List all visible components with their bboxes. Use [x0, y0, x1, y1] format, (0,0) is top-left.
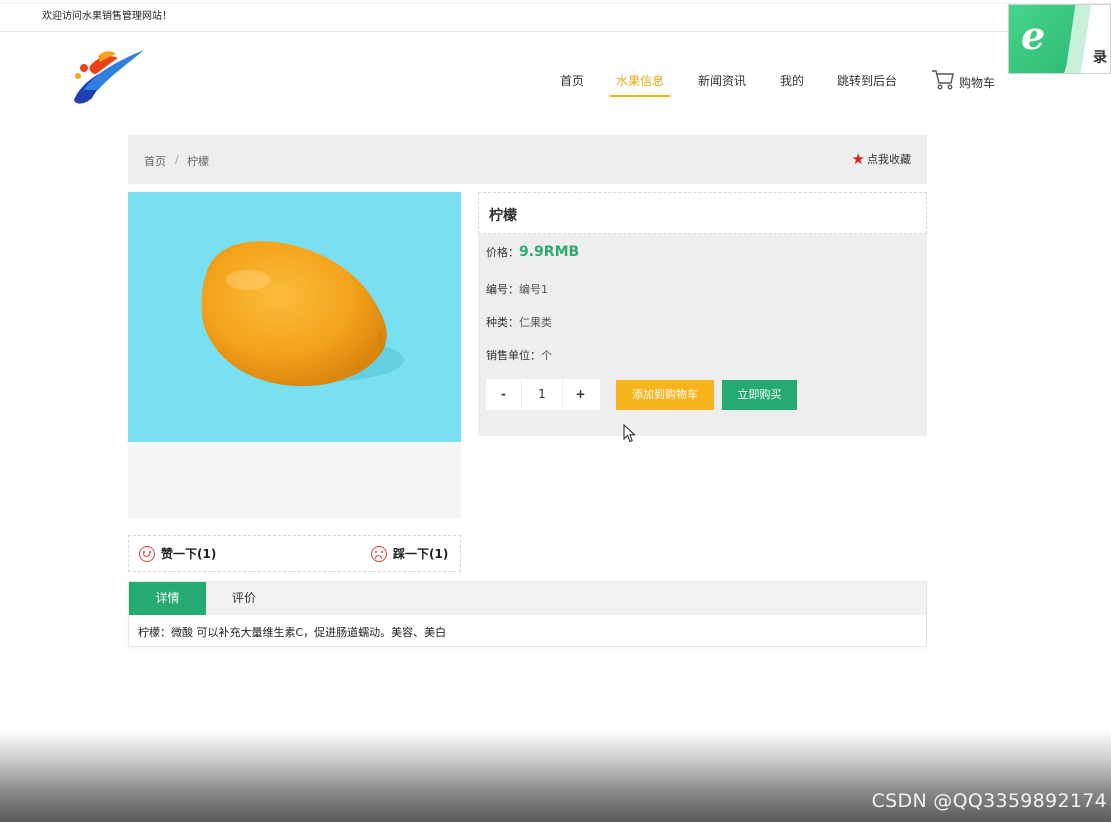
product-tabs: 详情 评价 柠檬：微酸 可以补充大量维生素C，促进肠道蠕动。美容、美白: [128, 581, 927, 647]
star-icon: ★: [851, 150, 865, 168]
quantity-stepper: - 1 +: [486, 379, 600, 410]
like-button[interactable]: 赞一下(1): [139, 545, 216, 562]
ie-browser-icon: e: [1021, 13, 1046, 58]
product-image-box: [128, 192, 461, 518]
buy-now-button[interactable]: 立即购买: [722, 380, 797, 410]
quantity-minus-button[interactable]: -: [486, 379, 521, 410]
ie-badge-text: 录: [1093, 50, 1107, 66]
nav-news-label: 新闻资讯: [698, 74, 747, 88]
smile-icon: [139, 545, 155, 562]
product-title: 柠檬: [489, 208, 517, 224]
nav-cart[interactable]: 购物车: [931, 68, 995, 92]
unit-value: 个: [541, 349, 552, 362]
cart-icon: [932, 70, 954, 90]
tabs-header: 详情 评价: [129, 582, 926, 615]
nav-home[interactable]: 首页: [560, 72, 584, 96]
lemon-photo: [128, 192, 461, 442]
product-title-box: 柠檬: [478, 192, 927, 234]
unit-row: 销售单位：个: [486, 347, 552, 363]
nav-admin[interactable]: 跳转到后台: [837, 72, 897, 96]
code-row: 编号：编号1: [486, 281, 548, 297]
detail-text: 柠檬：微酸 可以补充大量维生素C，促进肠道蠕动。美容、美白: [138, 626, 447, 639]
watermark: CSDN @QQ3359892174: [871, 790, 1107, 812]
nav-mine-label: 我的: [780, 74, 805, 88]
category-value: 仁果类: [519, 316, 552, 329]
vote-box: 赞一下(1) 踩一下(1): [128, 535, 461, 572]
like-label: 赞一下(1): [161, 547, 217, 561]
top-bar: 欢迎访问水果销售管理网站！: [0, 0, 1111, 32]
nav-home-label: 首页: [560, 74, 585, 88]
price-value: 9.9RMB: [519, 244, 580, 260]
breadcrumb: 首页 / 柠檬 ★ 点我收藏: [128, 135, 927, 184]
breadcrumb-home[interactable]: 首页: [144, 153, 166, 169]
price-label: 价格：: [486, 246, 519, 259]
dislike-label: 踩一下(1): [393, 547, 449, 561]
code-value: 编号1: [519, 283, 548, 296]
favorite-label: 点我收藏: [867, 153, 911, 166]
nav-fruit-info-label: 水果信息: [616, 74, 665, 88]
dislike-button[interactable]: 踩一下(1): [371, 545, 448, 562]
top-divider: [0, 3, 1111, 4]
active-nav-underline: [610, 95, 671, 97]
product-info-panel: 柠檬 价格：9.9RMB 编号：编号1 种类：仁果类 销售单位：个 - 1 + …: [478, 192, 927, 436]
quantity-input[interactable]: 1: [521, 379, 563, 410]
nav-mine[interactable]: 我的: [780, 72, 804, 96]
price-row: 价格：9.9RMB: [486, 244, 579, 260]
nav-news[interactable]: 新闻资讯: [698, 72, 746, 96]
code-label: 编号：: [486, 283, 519, 296]
breadcrumb-separator: /: [175, 153, 179, 166]
ie-browser-badge[interactable]: e 录: [1008, 4, 1111, 74]
breadcrumb-current: 柠檬: [187, 155, 209, 168]
favorite-button[interactable]: ★ 点我收藏: [852, 151, 911, 167]
tab-details[interactable]: 详情: [129, 582, 206, 615]
main-nav: 首页 水果信息 新闻资讯 我的 跳转到后台 购物车: [0, 70, 1111, 102]
nav-admin-label: 跳转到后台: [837, 74, 898, 88]
nav-fruit-info[interactable]: 水果信息: [610, 72, 671, 97]
nav-cart-label: 购物车: [959, 76, 996, 90]
welcome-text: 欢迎访问水果销售管理网站！: [42, 11, 172, 22]
quantity-plus-button[interactable]: +: [563, 379, 598, 410]
category-row: 种类：仁果类: [486, 314, 552, 330]
unit-label: 销售单位：: [486, 349, 541, 362]
frown-icon: [371, 545, 387, 562]
mouse-cursor-icon: [623, 424, 636, 443]
category-label: 种类：: [486, 316, 519, 329]
add-to-cart-button[interactable]: 添加到购物车: [616, 380, 714, 410]
tab-reviews[interactable]: 评价: [206, 582, 282, 615]
